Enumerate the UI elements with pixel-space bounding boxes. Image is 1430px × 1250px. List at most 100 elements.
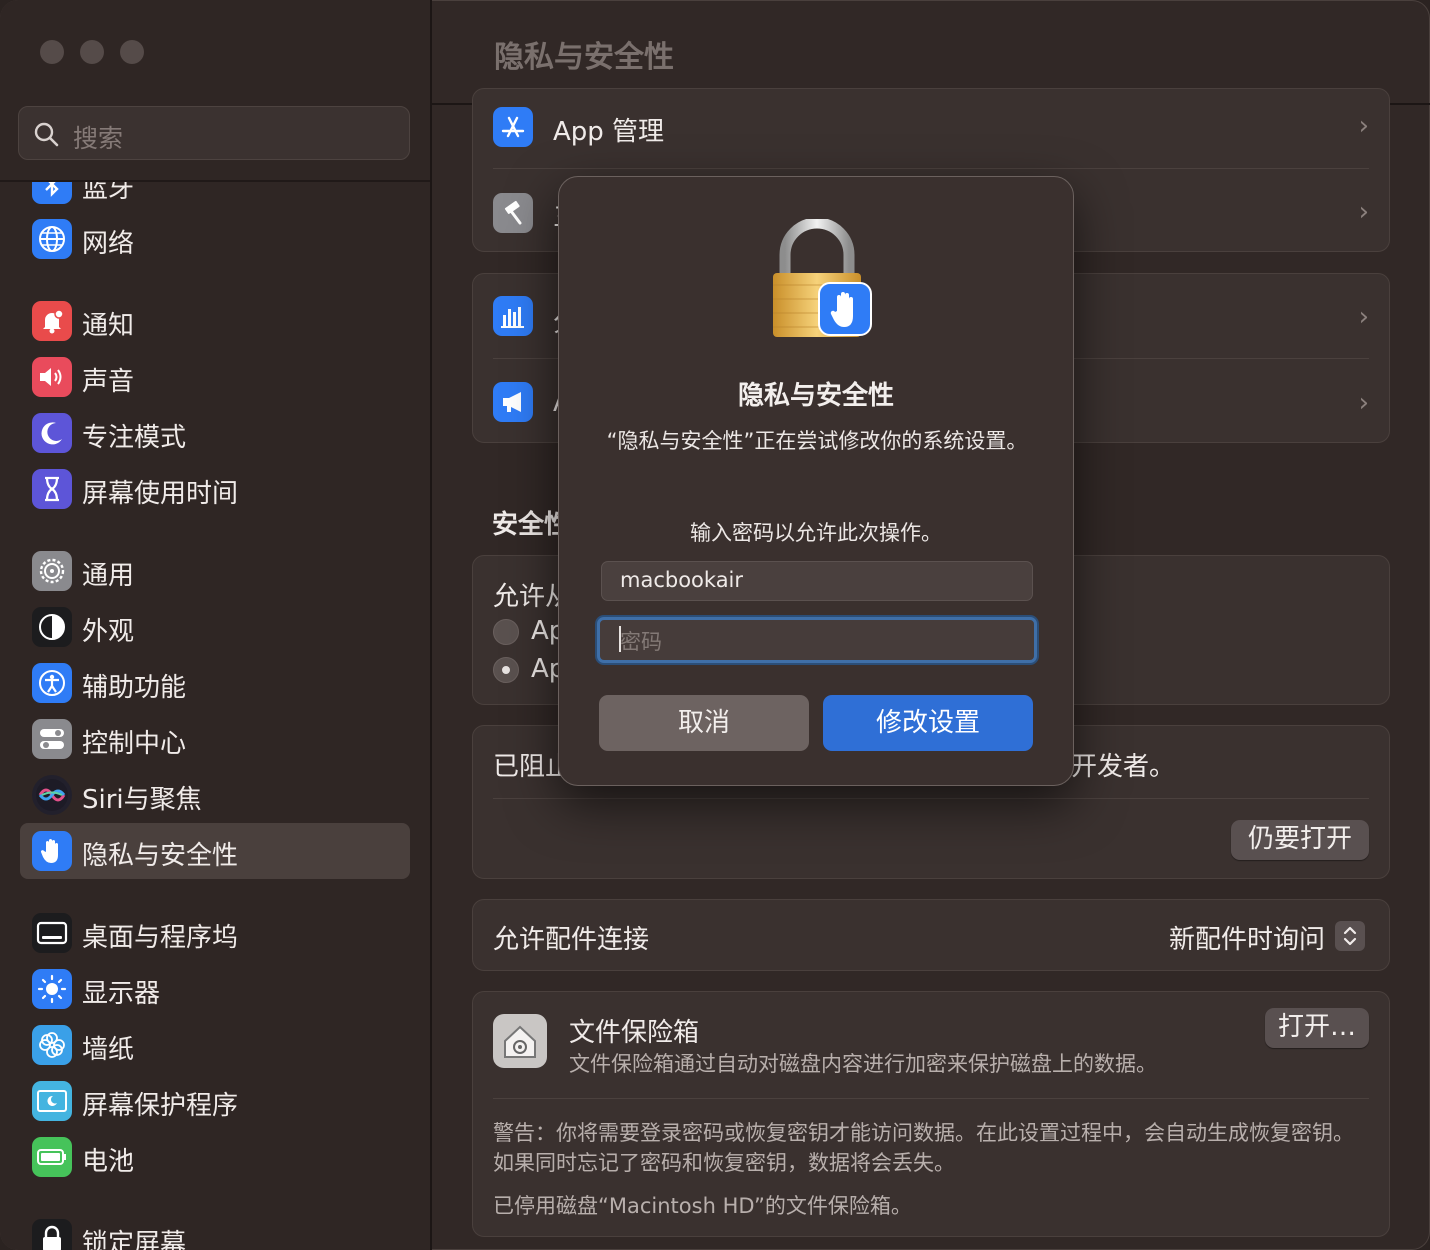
- accessories-label: 允许配件连接: [493, 925, 650, 955]
- hammer-icon: [493, 193, 533, 233]
- accessibility-icon: [32, 663, 72, 703]
- row-app-management-label: App 管理: [553, 117, 665, 147]
- chevron-right-icon[interactable]: ›: [1359, 111, 1369, 141]
- search-placeholder: 搜索: [73, 124, 124, 153]
- row-divider: [493, 798, 1369, 799]
- filevault-status: 已停用磁盘“Macintosh HD”的文件保险箱。: [493, 1194, 912, 1218]
- speaker-icon: [32, 357, 72, 397]
- password-placeholder: 密码: [620, 630, 662, 654]
- sidebar: 搜索 蓝牙 网络 通知 声音 专注模式 屏幕使用时间 通用 外观 辅助功能 控制…: [0, 0, 432, 1250]
- toggles-icon: [32, 719, 72, 759]
- hand-icon: [32, 831, 72, 871]
- sidebar-item-label: 显示器: [82, 979, 161, 1009]
- sidebar-list: 蓝牙 网络 通知 声音 专注模式 屏幕使用时间 通用 外观 辅助功能 控制中心 …: [0, 182, 430, 1250]
- sidebar-item-lock-screen[interactable]: 锁定屏幕: [20, 1211, 410, 1250]
- radio-app-store-developers[interactable]: [493, 657, 519, 683]
- sidebar-item-label: 专注模式: [82, 423, 187, 453]
- cancel-button[interactable]: 取消: [599, 695, 809, 751]
- settings-window: 搜索 蓝牙 网络 通知 声音 专注模式 屏幕使用时间 通用 外观 辅助功能 控制…: [0, 0, 1430, 1250]
- gear-icon: [32, 551, 72, 591]
- sidebar-item-bluetooth[interactable]: 蓝牙: [20, 182, 410, 212]
- screensaver-icon: [32, 1081, 72, 1121]
- row-divider: [493, 168, 1369, 169]
- bluetooth-icon: [32, 182, 72, 204]
- chevron-right-icon[interactable]: ›: [1359, 388, 1369, 418]
- sidebar-item-wallpaper[interactable]: 墙纸: [20, 1017, 410, 1073]
- blocked-app-message-right: 开发者。: [1071, 752, 1176, 782]
- megaphone-icon: [493, 382, 533, 422]
- sidebar-item-screen-time[interactable]: 屏幕使用时间: [20, 461, 410, 517]
- sidebar-item-label: 通用: [82, 561, 135, 591]
- dialog-message: “隐私与安全性”正在尝试修改你的系统设置。: [606, 429, 1028, 453]
- sidebar-item-accessibility[interactable]: 辅助功能: [20, 655, 410, 711]
- brightness-icon: [32, 969, 72, 1009]
- sidebar-item-focus[interactable]: 专注模式: [20, 405, 410, 461]
- select-stepper-icon[interactable]: [1335, 921, 1365, 951]
- padlock-hand-icon: [765, 217, 881, 339]
- open-anyway-button[interactable]: 仍要打开: [1231, 820, 1369, 860]
- sidebar-item-label: 蓝牙: [82, 182, 135, 204]
- modify-settings-button[interactable]: 修改设置: [823, 695, 1033, 751]
- filevault-card: 文件保险箱 文件保险箱通过自动对磁盘内容进行加密来保护磁盘上的数据。 打开… 警…: [472, 991, 1390, 1237]
- minimize-window-button[interactable]: [80, 40, 104, 64]
- sidebar-item-label: 墙纸: [82, 1035, 135, 1065]
- sidebar-item-desktop-dock[interactable]: 桌面与程序坞: [20, 905, 410, 961]
- dock-icon: [32, 913, 72, 953]
- sidebar-item-network[interactable]: 网络: [20, 211, 410, 267]
- filevault-title: 文件保险箱: [569, 1018, 700, 1048]
- sidebar-item-general[interactable]: 通用: [20, 543, 410, 599]
- sidebar-item-label: 电池: [82, 1147, 135, 1177]
- filevault-house-icon: [493, 1014, 547, 1068]
- row-divider: [493, 1098, 1369, 1099]
- chevron-right-icon[interactable]: ›: [1359, 302, 1369, 332]
- chevron-right-icon[interactable]: ›: [1359, 197, 1369, 227]
- chart-bars-icon: [493, 296, 533, 336]
- filevault-warning: 警告：你将需要登录密码或恢复密钥才能访问数据。在此设置过程中，会自动生成恢复密钥…: [493, 1121, 1354, 1175]
- sidebar-item-label: 屏幕使用时间: [82, 479, 239, 509]
- sidebar-item-label: 屏幕保护程序: [82, 1091, 239, 1121]
- sidebar-item-control-center[interactable]: 控制中心: [20, 711, 410, 767]
- page-title: 隐私与安全性: [494, 40, 674, 75]
- sidebar-item-displays[interactable]: 显示器: [20, 961, 410, 1017]
- siri-icon: [32, 775, 72, 815]
- hourglass-icon: [32, 469, 72, 509]
- sidebar-item-label: 网络: [82, 229, 135, 259]
- sidebar-item-privacy-security[interactable]: 隐私与安全性: [20, 823, 410, 879]
- flower-icon: [32, 1025, 72, 1065]
- lock-icon: [32, 1219, 72, 1250]
- sidebar-item-screensaver[interactable]: 屏幕保护程序: [20, 1073, 410, 1129]
- sidebar-item-siri[interactable]: Siri与聚焦: [20, 767, 410, 823]
- appearance-icon: [32, 607, 72, 647]
- search-icon: [34, 122, 59, 147]
- radio-app-store[interactable]: [493, 619, 519, 645]
- filevault-turn-on-button[interactable]: 打开…: [1265, 1008, 1369, 1048]
- dialog-informative-text: 输入密码以允许此次操作。: [690, 521, 942, 545]
- battery-icon: [32, 1137, 72, 1177]
- dialog-title: 隐私与安全性: [737, 381, 894, 411]
- sidebar-item-label: 隐私与安全性: [82, 841, 239, 871]
- accessories-card: 允许配件连接 新配件时询问: [472, 899, 1390, 971]
- username-field[interactable]: macbookair: [601, 561, 1033, 601]
- bell-icon: [32, 301, 72, 341]
- sidebar-item-label: 辅助功能: [82, 673, 187, 703]
- sidebar-item-label: 通知: [82, 311, 135, 341]
- sidebar-item-label: 桌面与程序坞: [82, 923, 239, 953]
- sidebar-item-sound[interactable]: 声音: [20, 349, 410, 405]
- moon-icon: [32, 413, 72, 453]
- sidebar-item-label: 控制中心: [82, 729, 187, 759]
- text-caret: [619, 626, 621, 652]
- search-input[interactable]: 搜索: [18, 106, 410, 160]
- zoom-window-button[interactable]: [120, 40, 144, 64]
- sidebar-item-label: 外观: [82, 617, 135, 647]
- app-store-icon: [493, 107, 533, 147]
- close-window-button[interactable]: [40, 40, 64, 64]
- sidebar-item-notifications[interactable]: 通知: [20, 293, 410, 349]
- authentication-dialog: 隐私与安全性 “隐私与安全性”正在尝试修改你的系统设置。 输入密码以允许此次操作…: [558, 176, 1074, 786]
- accessories-select-value[interactable]: 新配件时询问: [1169, 919, 1325, 956]
- sidebar-item-appearance[interactable]: 外观: [20, 599, 410, 655]
- filevault-description: 文件保险箱通过自动对磁盘内容进行加密来保护磁盘上的数据。: [569, 1052, 1157, 1076]
- password-field[interactable]: 密码: [597, 617, 1037, 663]
- sidebar-item-label: 声音: [82, 367, 135, 397]
- sidebar-item-battery[interactable]: 电池: [20, 1129, 410, 1185]
- username-value: macbookair: [620, 568, 744, 592]
